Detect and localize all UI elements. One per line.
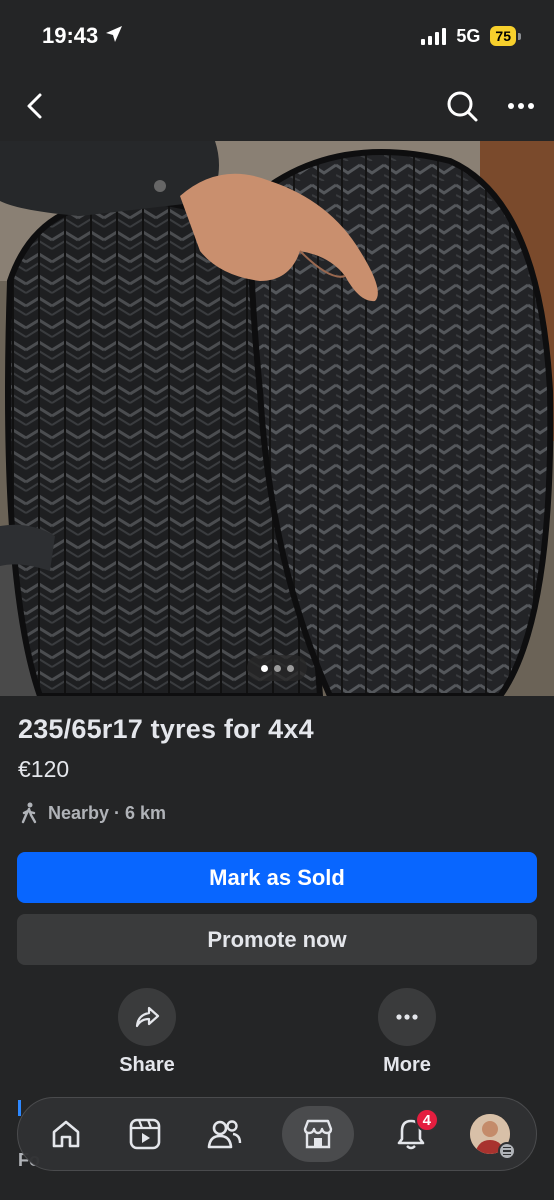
home-icon: [52, 1120, 80, 1148]
mark-as-sold-button[interactable]: Mark as Sold: [17, 852, 537, 903]
network-label: 5G: [456, 25, 481, 46]
back-button[interactable]: [20, 91, 50, 121]
tab-home[interactable]: [44, 1112, 88, 1156]
nav-actions: [444, 88, 536, 124]
status-right: 5G 75: [421, 25, 521, 47]
share-label: Share: [119, 1054, 175, 1076]
more-label: More: [383, 1054, 431, 1076]
search-icon: [447, 91, 478, 122]
notification-badge: 4: [414, 1108, 439, 1132]
promote-now-button[interactable]: Promote now: [17, 914, 537, 965]
listing-title: 235/65r17 tyres for 4x4: [18, 714, 314, 744]
friends-icon: [208, 1120, 242, 1149]
carousel-dot: [273, 664, 281, 672]
status-bar: 19:43 5G 75: [0, 0, 554, 72]
carousel-dot: [260, 664, 268, 672]
listing-price: €120: [18, 756, 70, 782]
listing-photo[interactable]: [0, 141, 554, 696]
carousel-dot: [286, 664, 294, 672]
tab-friends[interactable]: [202, 1112, 246, 1156]
share-icon: [135, 1006, 160, 1028]
share-button[interactable]: [118, 988, 176, 1046]
tab-notifications[interactable]: 4: [389, 1108, 439, 1156]
section-accent: [18, 1100, 21, 1116]
menu-icon: [497, 1142, 516, 1160]
status-left: 19:43: [42, 23, 124, 49]
tab-marketplace[interactable]: [281, 1106, 354, 1162]
battery-indicator: 75: [490, 26, 521, 46]
marketplace-icon: [303, 1119, 332, 1149]
nav-bar: [0, 72, 554, 140]
status-time: 19:43: [42, 23, 99, 48]
more-horizontal-icon: [396, 1014, 418, 1020]
tab-video[interactable]: [123, 1112, 167, 1156]
listing-location: Nearby · 6 km: [18, 802, 166, 824]
more-button[interactable]: [378, 988, 436, 1046]
chevron-left-icon: [27, 93, 42, 119]
search-button[interactable]: [444, 88, 480, 124]
carousel-indicator: [247, 655, 307, 681]
more-horizontal-icon: [508, 103, 534, 109]
video-icon: [129, 1118, 161, 1150]
location-text: Nearby · 6 km: [48, 802, 167, 823]
signal-icon: [421, 27, 447, 45]
more-options-button[interactable]: [506, 91, 536, 121]
bottom-tab-bar: 4: [17, 1097, 537, 1171]
walking-icon: [21, 802, 37, 824]
share-action[interactable]: Share: [87, 988, 207, 1077]
tab-profile[interactable]: [468, 1112, 516, 1160]
more-action[interactable]: More: [347, 988, 467, 1077]
location-arrow-icon: [104, 24, 124, 49]
